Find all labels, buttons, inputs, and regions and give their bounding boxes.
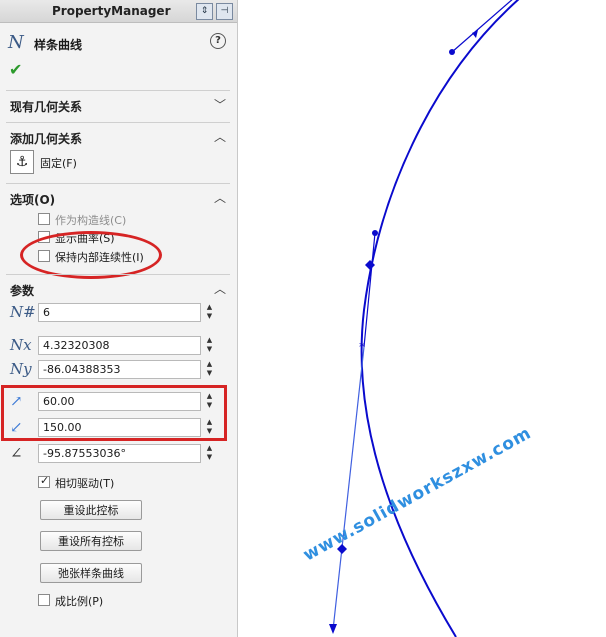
y-coordinate-field[interactable]: -86.04388353 [38, 360, 201, 379]
graphics-area[interactable]: * [238, 0, 606, 637]
construction-checkbox[interactable] [38, 213, 50, 225]
tangent-handle-short[interactable] [363, 232, 376, 348]
header-icons: ⇕ ⊣ [196, 3, 233, 20]
section-parameters[interactable]: 参数 [10, 282, 34, 299]
help-icon[interactable]: ? [210, 33, 226, 49]
point-count-icon: N# [10, 303, 36, 321]
reset-all-handles-button[interactable]: 重设所有控标 [40, 531, 142, 551]
x-coordinate-spinner[interactable]: ▲ ▼ [203, 336, 216, 355]
handle-endpoint-dot[interactable] [372, 230, 378, 236]
feature-header: N 样条曲线 ? [8, 32, 230, 56]
property-manager-panel: PropertyManager ⇕ ⊣ N 样条曲线 ? ✔ 现有几何关系 ﹀ … [0, 0, 238, 637]
spline-icon: N [8, 32, 24, 53]
tangent-driving-label: 相切驱动(T) [55, 477, 115, 490]
property-manager-header: PropertyManager ⇕ ⊣ [0, 0, 237, 23]
relax-spline-button[interactable]: 弛张样条曲线 [40, 563, 142, 583]
handle-endpoint-dot[interactable] [449, 49, 455, 55]
tangent-angle-field[interactable]: -95.87553036° [38, 444, 201, 463]
divider [6, 90, 230, 91]
section-add-relations[interactable]: 添加几何关系 [10, 130, 82, 147]
handle-arrow-icon [329, 624, 337, 634]
proportional-label: 成比例(P) [55, 595, 104, 608]
construction-label: 作为构造线(C) [55, 214, 127, 227]
y-coordinate-spinner[interactable]: ▲ ▼ [203, 360, 216, 379]
chevron-down-icon[interactable]: ﹀ [214, 96, 226, 113]
proportional-checkbox[interactable] [38, 594, 50, 606]
section-existing-relations[interactable]: 现有几何关系 [10, 98, 82, 115]
divider [6, 122, 230, 123]
x-coordinate-field[interactable]: 4.32320308 [38, 336, 201, 355]
handle-diamond-icon [365, 260, 375, 270]
ok-check-icon[interactable]: ✔ [9, 60, 22, 79]
pin-icon[interactable]: ⊣ [216, 3, 233, 20]
section-options[interactable]: 选项(O) [10, 191, 55, 208]
y-coordinate-icon: Ny [10, 360, 32, 378]
chevron-up-icon[interactable]: ︿ [214, 128, 226, 145]
property-manager-title: PropertyManager [52, 4, 171, 18]
tangent-angle-spinner[interactable]: ▲ ▼ [203, 444, 216, 463]
highlight-rectangle [1, 385, 227, 441]
tangent-driving-checkbox[interactable] [38, 474, 50, 488]
spline-curve[interactable] [360, 0, 520, 637]
divider [6, 274, 230, 275]
x-coordinate-icon: Nx [10, 336, 32, 354]
feature-name: 样条曲线 [34, 38, 83, 52]
point-count-field[interactable]: 6 [38, 303, 201, 322]
chevron-up-icon[interactable]: ︿ [214, 280, 226, 297]
fix-relation-anchor-icon[interactable]: ⚓ [10, 150, 34, 174]
highlight-ellipse [20, 231, 162, 279]
chevron-up-icon[interactable]: ︿ [214, 189, 226, 206]
spline-point-marker[interactable]: * [359, 340, 365, 354]
expand-icon[interactable]: ⇕ [196, 3, 213, 20]
tangent-angle-icon: ∠ [10, 444, 23, 462]
tangent-handle-upper[interactable] [451, 0, 514, 53]
fix-relation-label[interactable]: 固定(F) [40, 155, 77, 171]
divider [6, 183, 230, 184]
point-count-spinner[interactable]: ▲ ▼ [203, 303, 216, 322]
reset-handle-button[interactable]: 重设此控标 [40, 500, 142, 520]
tangent-handle-long[interactable] [332, 346, 365, 631]
